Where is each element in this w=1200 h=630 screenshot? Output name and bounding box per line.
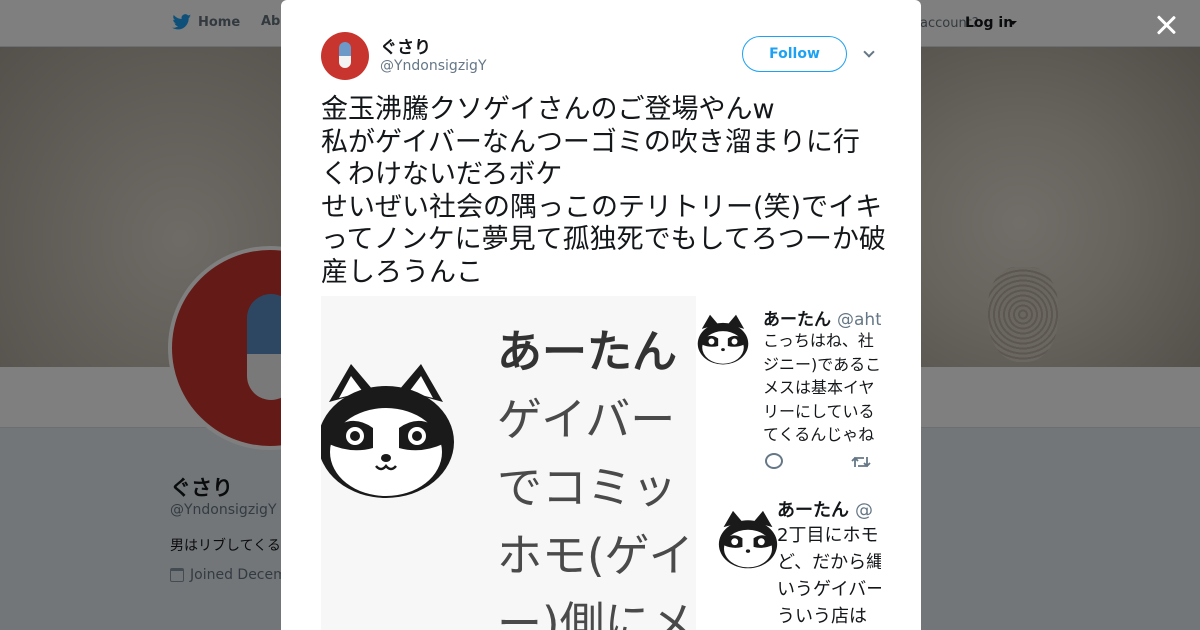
chevron-down-icon[interactable]: [863, 46, 875, 58]
tweet-media-image[interactable]: あーたんゲイバーでコミッホモ(ゲイー)側にメ あーたん@ahta こっちはね、社…: [321, 296, 881, 630]
raccoon-avatar-icon: [718, 510, 778, 569]
retweet-icon: [851, 456, 871, 468]
raccoon-avatar-icon: [321, 364, 454, 498]
author-name[interactable]: ぐさり: [380, 33, 431, 58]
quoted-author-2-handle: @: [855, 500, 873, 521]
quoted-text-1-line: リーにしている: [763, 401, 875, 421]
quoted-text-1-line: こっちはね、社: [763, 331, 874, 350]
media-quote-panel: あーたん @ahta こっちはね、社ジニー)であるこメスは基本イヤリーにしているて…: [696, 296, 881, 630]
avatar-pill-bottom: [339, 56, 351, 68]
quoted-text-2: 2丁目にホモ ど、だから縄 いうゲイバー ういう店は: [777, 522, 881, 630]
quoted-text-2-line: 2丁目にホモ: [777, 525, 879, 546]
media-zoom-line-2: でコミッ: [497, 461, 678, 514]
quoted-text-2-line: ういう店は: [777, 606, 867, 627]
author-handle[interactable]: @YndonsigzigY: [380, 58, 487, 74]
raccoon-avatar-icon: [697, 314, 749, 365]
media-zoom-line-0: あーたん: [497, 325, 678, 378]
quoted-text-1: こっちはね、社 ジニー)であるこ メスは基本イヤ リーにしている てくるんじゃね: [763, 329, 881, 447]
quoted-text-2-line: ど、だから縄: [777, 552, 881, 573]
close-icon[interactable]: [1152, 11, 1180, 39]
tweet-modal: ぐさり @YndonsigzigY Follow 金玉沸騰クソゲイさんのご登場や…: [281, 0, 921, 630]
media-zoom-line-4: ー)側にメ: [497, 597, 695, 630]
author-avatar[interactable]: [321, 32, 369, 80]
quoted-author-1: あーたん @ahta: [763, 305, 881, 330]
quoted-text-1-line: てくるんじゃね: [763, 425, 875, 444]
quoted-text-1-line: ジニー)であるこ: [763, 354, 881, 374]
reply-icon: [765, 453, 783, 469]
follow-button[interactable]: Follow: [742, 36, 847, 72]
quoted-author-2: あーたん @: [777, 496, 873, 522]
quoted-text-1-line: メスは基本イヤ: [763, 378, 875, 397]
quoted-author-2-name: あーたん: [777, 500, 849, 521]
media-zoom-line-1: ゲイバー: [497, 393, 676, 446]
quoted-author-1-name: あーたん: [763, 310, 831, 330]
quoted-text-2-line: いうゲイバー: [777, 579, 881, 600]
media-zoom-text: あーたんゲイバーでコミッホモ(ゲイー)側にメ: [497, 318, 695, 630]
quoted-author-1-handle: @ahta: [837, 310, 881, 330]
tweet-text: 金玉沸騰クソゲイさんのご登場やんw 私がゲイバーなんつーゴミの吹き溜まりに行くわ…: [321, 94, 886, 288]
media-zoomed-panel: あーたんゲイバーでコミッホモ(ゲイー)側にメ: [321, 296, 696, 630]
avatar-pill-top: [339, 42, 351, 56]
media-zoom-line-3: ホモ(ゲイ: [497, 529, 694, 582]
